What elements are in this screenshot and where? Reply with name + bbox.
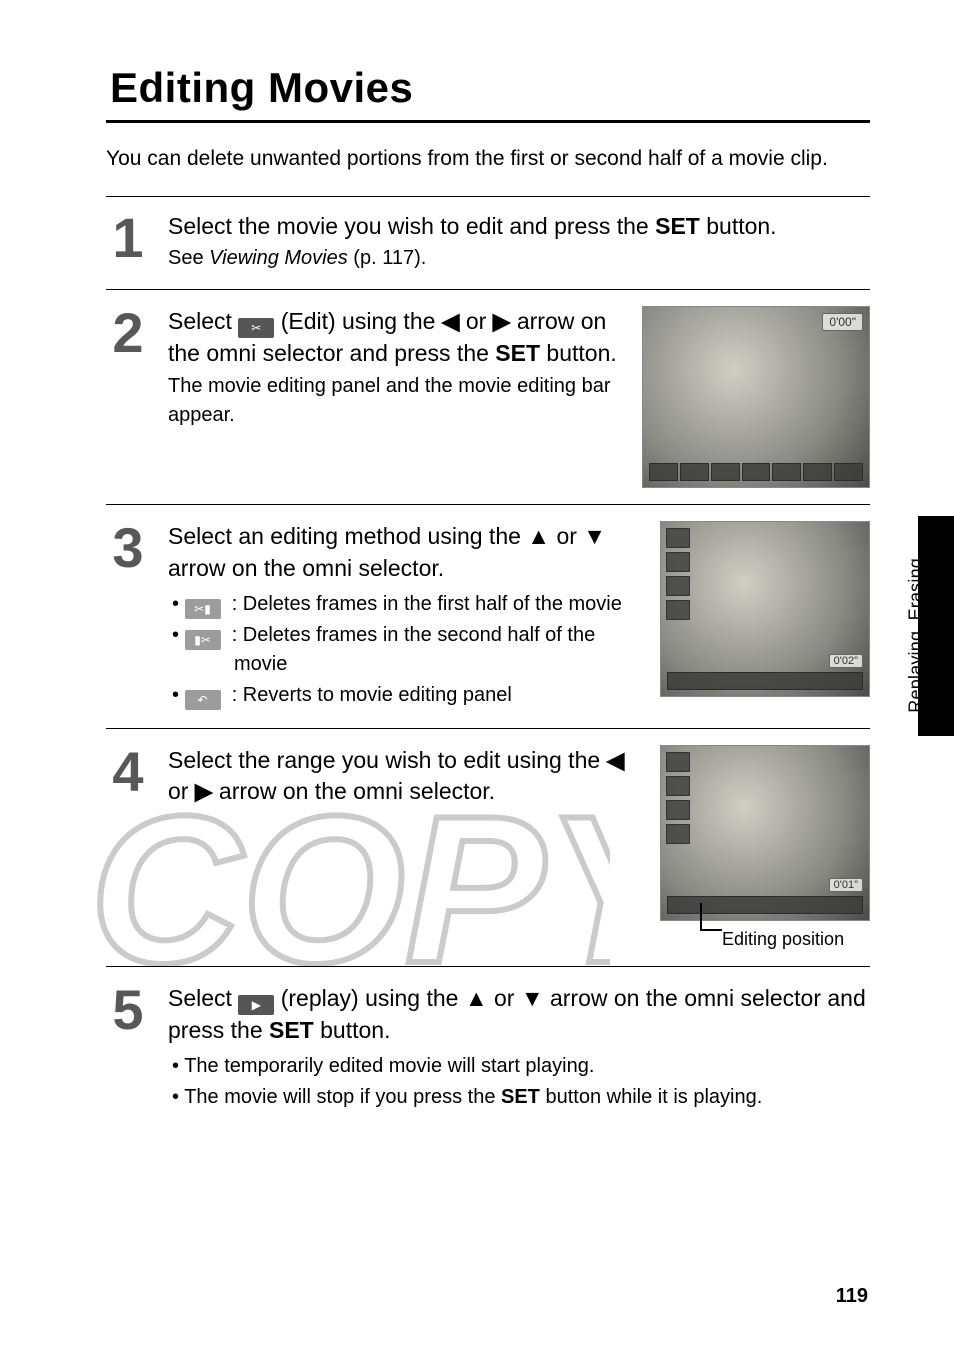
divider — [106, 728, 870, 729]
down-arrow-icon: ▼ — [521, 985, 544, 1011]
set-label: SET — [655, 213, 700, 239]
text: The movie will stop if you press the — [184, 1086, 501, 1108]
edit-icon: ✂ — [238, 318, 274, 338]
right-arrow-icon: ▶ — [493, 308, 511, 334]
text: movie — [172, 650, 640, 679]
text: or — [460, 308, 493, 334]
step-number: 5 — [106, 985, 150, 1114]
text: button. — [700, 213, 777, 239]
page: Editing Movies You can delete unwanted p… — [0, 0, 954, 1352]
step-3-bullets: ✂▮ : Deletes frames in the first half of… — [168, 590, 640, 710]
text: The temporarily edited movie will start … — [184, 1055, 594, 1077]
step-3-row: 3 Select an editing method using the ▲ o… — [106, 521, 870, 711]
callout-leader-line — [700, 903, 702, 929]
text: Select — [168, 985, 238, 1011]
cut-end-icon: ▮✂ — [185, 630, 221, 650]
text: : Deletes frames in the first half of th… — [232, 593, 622, 615]
replay-icon: ▶ — [238, 995, 274, 1015]
edit-side-panel — [666, 528, 690, 620]
callout-label: Editing position — [722, 929, 844, 949]
undo-icon: ↶ — [185, 690, 221, 710]
text: arrow on the omni selector. — [213, 778, 496, 804]
title-rule — [106, 120, 870, 123]
time-badge: 0'02" — [829, 654, 863, 668]
step-5-head: Select ▶ (replay) using the ▲ or ▼ arrow… — [168, 983, 870, 1046]
left-arrow-icon: ◀ — [607, 747, 625, 773]
page-number: 119 — [836, 1285, 868, 1308]
list-item: ↶ : Reverts to movie editing panel — [172, 681, 640, 710]
ref-title: Viewing Movies — [209, 247, 348, 269]
text: Select the range you wish to edit using … — [168, 747, 607, 773]
right-arrow-icon: ▶ — [195, 778, 213, 804]
list-item: ▮✂ : Deletes frames in the second half o… — [172, 621, 640, 679]
set-label: SET — [269, 1017, 314, 1043]
text: Select an editing method using the — [168, 523, 527, 549]
step-4-row: 4 Select the range you wish to edit usin… — [106, 745, 870, 950]
text: or — [168, 778, 195, 804]
screenshot-edit-range: 0'01" — [660, 745, 870, 921]
list-item: The movie will stop if you press the SET… — [172, 1083, 870, 1112]
playback-bar — [667, 672, 863, 690]
step-2: 2 Select ✂ (Edit) using the ◀ or ▶ arrow… — [106, 306, 622, 429]
callout-editing-position: Editing position — [660, 929, 870, 950]
step-5: 5 Select ▶ (replay) using the ▲ or ▼ arr… — [106, 983, 870, 1114]
intro-text: You can delete unwanted portions from th… — [106, 144, 870, 174]
text: Select — [168, 308, 238, 334]
step-4: 4 Select the range you wish to edit usin… — [106, 745, 640, 807]
screenshot-edit-method: 0'02" — [660, 521, 870, 697]
callout-leader-line — [700, 929, 722, 931]
step-number: 2 — [106, 308, 150, 429]
text: (replay) using the — [274, 985, 464, 1011]
cut-begin-icon: ✂▮ — [185, 599, 221, 619]
playback-bar — [649, 463, 863, 481]
text: (p. 117). — [348, 247, 427, 269]
step-3: 3 Select an editing method using the ▲ o… — [106, 521, 640, 711]
step-2-row: 2 Select ✂ (Edit) using the ◀ or ▶ arrow… — [106, 306, 870, 488]
step-number: 1 — [106, 213, 150, 273]
divider — [106, 504, 870, 505]
step-5-bullets: The temporarily edited movie will start … — [168, 1052, 870, 1112]
text: (Edit) using the — [274, 308, 441, 334]
playback-bar — [667, 896, 863, 914]
edit-side-panel — [666, 752, 690, 844]
step-1-sub: See Viewing Movies (p. 117). — [168, 244, 870, 273]
section-label: Replaying, Erasing — [906, 558, 927, 713]
step-4-head: Select the range you wish to edit using … — [168, 745, 640, 807]
down-arrow-icon: ▼ — [583, 523, 606, 549]
step-2-head: Select ✂ (Edit) using the ◀ or ▶ arrow o… — [168, 306, 622, 369]
list-item: The temporarily edited movie will start … — [172, 1052, 870, 1081]
text: : Reverts to movie editing panel — [232, 684, 512, 706]
divider — [106, 196, 870, 197]
text: arrow on the omni selector. — [168, 555, 444, 581]
text: or — [488, 985, 521, 1011]
step-1: 1 Select the movie you wish to edit and … — [106, 211, 870, 273]
text: button while it is playing. — [540, 1086, 762, 1108]
set-label: SET — [495, 340, 540, 366]
list-item: ✂▮ : Deletes frames in the first half of… — [172, 590, 640, 619]
screenshot-edit-panel: 0'00" — [642, 306, 870, 488]
divider — [106, 289, 870, 290]
time-badge: 0'01" — [829, 878, 863, 892]
page-title: Editing Movies — [110, 64, 870, 112]
up-arrow-icon: ▲ — [527, 523, 550, 549]
time-badge: 0'00" — [822, 313, 863, 331]
step-3-head: Select an editing method using the ▲ or … — [168, 521, 640, 583]
text: button. — [540, 340, 617, 366]
text: or — [550, 523, 583, 549]
left-arrow-icon: ◀ — [442, 308, 460, 334]
text: button. — [314, 1017, 391, 1043]
text: : Deletes frames in the second half of t… — [232, 624, 596, 646]
step-1-head: Select the movie you wish to edit and pr… — [168, 211, 870, 242]
up-arrow-icon: ▲ — [465, 985, 488, 1011]
text: See — [168, 247, 209, 269]
step-number: 3 — [106, 523, 150, 711]
text: Select the movie you wish to edit and pr… — [168, 213, 655, 239]
set-label: SET — [501, 1086, 540, 1108]
step-number: 4 — [106, 747, 150, 807]
divider — [106, 966, 870, 967]
step-2-sub: The movie editing panel and the movie ed… — [168, 372, 622, 430]
